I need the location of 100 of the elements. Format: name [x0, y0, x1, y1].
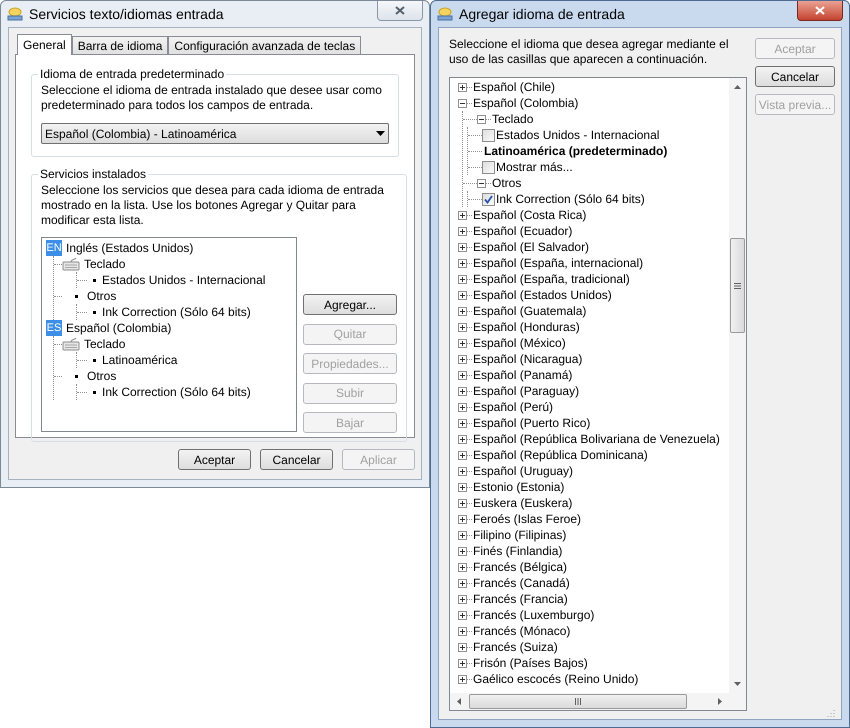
- tree-item[interactable]: Feroés (Islas Feroe): [472, 510, 582, 528]
- collapse-icon[interactable]: [477, 114, 486, 124]
- tree-item[interactable]: Inglés (Estados Unidos): [66, 239, 194, 257]
- expand-icon[interactable]: [458, 306, 467, 316]
- tree-item[interactable]: Estados Unidos - Internacional: [102, 271, 266, 289]
- tree-item[interactable]: Teclado: [84, 255, 126, 273]
- expand-icon[interactable]: [458, 370, 467, 380]
- expand-icon[interactable]: [458, 642, 467, 652]
- expand-icon[interactable]: [458, 434, 467, 444]
- tree-item[interactable]: Español (Guatemala): [472, 302, 586, 320]
- dialog-button[interactable]: Agregar...: [303, 294, 397, 315]
- tree-item[interactable]: Español (Panamá): [472, 366, 572, 384]
- resize-grip-icon[interactable]: [827, 709, 835, 717]
- expand-icon[interactable]: [458, 226, 467, 236]
- tree-item[interactable]: Otros: [87, 287, 116, 305]
- tab[interactable]: Barra de idioma: [72, 36, 168, 54]
- language-dropdown[interactable]: Español (Colombia) - Latinoamérica: [41, 123, 389, 144]
- expand-icon[interactable]: [458, 290, 467, 300]
- tree-item[interactable]: Finés (Finlandia): [472, 542, 562, 560]
- tree-item[interactable]: Latinoamérica (predeterminado): [482, 142, 668, 160]
- tree-item[interactable]: Español (Uruguay): [472, 462, 574, 480]
- expand-icon[interactable]: [458, 450, 467, 460]
- tree-item[interactable]: Español (El Salvador): [472, 238, 590, 256]
- tree-item[interactable]: Español (Nicaragua): [472, 350, 582, 368]
- tree-item[interactable]: Español (México): [472, 334, 566, 352]
- tree-item[interactable]: Español (España, internacional): [472, 254, 644, 272]
- tree-item[interactable]: Frisón (Países Bajos): [472, 654, 588, 672]
- tree-item[interactable]: Español (Colombia): [66, 319, 172, 337]
- expand-icon[interactable]: [458, 546, 467, 556]
- tree-item[interactable]: Español (Costa Rica): [472, 206, 586, 224]
- expand-icon[interactable]: [458, 674, 467, 684]
- expand-icon[interactable]: [458, 322, 467, 332]
- expand-icon[interactable]: [458, 498, 467, 508]
- expand-icon[interactable]: [458, 386, 467, 396]
- tree-item[interactable]: Francés (Francia): [472, 590, 568, 608]
- close-button[interactable]: [377, 1, 423, 21]
- expand-icon[interactable]: [458, 258, 467, 268]
- tree-item[interactable]: Español (Honduras): [472, 318, 580, 336]
- tree-item[interactable]: Francés (Luxemburgo): [472, 606, 594, 624]
- tree-item[interactable]: Español (Paraguay): [472, 382, 580, 400]
- tree-item[interactable]: Español (Colombia): [472, 94, 578, 112]
- dialog-button[interactable]: Cancelar: [755, 66, 835, 87]
- checkbox[interactable]: [482, 160, 495, 174]
- expand-icon[interactable]: [458, 242, 467, 252]
- checkbox[interactable]: [482, 128, 495, 142]
- expand-icon[interactable]: [458, 514, 467, 524]
- scroll-left-icon[interactable]: [457, 698, 461, 705]
- tree-item[interactable]: Español (Ecuador): [472, 222, 572, 240]
- scrollbar-thumb[interactable]: [469, 694, 687, 709]
- tree-item[interactable]: Español (España, tradicional): [472, 270, 630, 288]
- tree-item[interactable]: Francés (Canadá): [472, 574, 570, 592]
- scroll-right-icon[interactable]: [718, 698, 722, 705]
- expand-icon[interactable]: [458, 658, 467, 668]
- tree-item[interactable]: Francés (Mónaco): [472, 622, 570, 640]
- expand-icon[interactable]: [458, 82, 467, 92]
- expand-icon[interactable]: [458, 482, 467, 492]
- expand-icon[interactable]: [458, 578, 467, 588]
- expand-icon[interactable]: [458, 626, 467, 636]
- tree-item[interactable]: Español (Chile): [472, 78, 556, 96]
- expand-icon[interactable]: [458, 354, 467, 364]
- tree-item[interactable]: Ink Correction (Sólo 64 bits): [102, 383, 251, 401]
- scroll-down-icon[interactable]: [734, 682, 741, 686]
- expand-icon[interactable]: [458, 402, 467, 412]
- tree-item[interactable]: Ink Correction (Sólo 64 bits): [496, 190, 645, 208]
- tree-item[interactable]: Teclado: [491, 110, 534, 128]
- tree-item[interactable]: Estados Unidos - Internacional: [496, 126, 660, 144]
- expand-icon[interactable]: [458, 338, 467, 348]
- tree-item[interactable]: Francés (Suiza): [472, 638, 558, 656]
- tree-item[interactable]: Filipino (Filipinas): [472, 526, 566, 544]
- vertical-scrollbar[interactable]: [729, 78, 746, 693]
- tab[interactable]: General: [17, 34, 72, 55]
- collapse-icon[interactable]: [477, 178, 486, 188]
- scrollbar-thumb[interactable]: [730, 238, 745, 333]
- tree-item[interactable]: Español (República Dominicana): [472, 446, 648, 464]
- tree-item[interactable]: Latinoamérica: [102, 351, 178, 369]
- expand-icon[interactable]: [458, 594, 467, 604]
- tree-item[interactable]: Otros: [87, 367, 116, 385]
- expand-icon[interactable]: [458, 530, 467, 540]
- tree-item[interactable]: Ink Correction (Sólo 64 bits): [102, 303, 251, 321]
- tree-item[interactable]: Teclado: [84, 335, 126, 353]
- scroll-up-icon[interactable]: [734, 85, 741, 89]
- expand-icon[interactable]: [458, 466, 467, 476]
- tree-item[interactable]: Mostrar más...: [496, 158, 573, 176]
- tree-item[interactable]: Español (Perú): [472, 398, 554, 416]
- dialog-button[interactable]: Cancelar: [260, 449, 333, 470]
- expand-icon[interactable]: [458, 274, 467, 284]
- tree-item[interactable]: Francés (Bélgica): [472, 558, 568, 576]
- tree-item[interactable]: Euskera (Euskera): [472, 494, 572, 512]
- tab[interactable]: Configuración avanzada de teclas: [168, 36, 362, 54]
- collapse-icon[interactable]: [458, 98, 467, 108]
- tree-item[interactable]: Español (Estados Unidos): [472, 286, 612, 304]
- expand-icon[interactable]: [458, 562, 467, 572]
- checkbox[interactable]: [482, 192, 495, 206]
- tree-item[interactable]: Español (República Bolivariana de Venezuela): [472, 430, 720, 448]
- tree-item[interactable]: Español (Puerto Rico): [472, 414, 590, 432]
- horizontal-scrollbar[interactable]: [450, 693, 746, 710]
- expand-icon[interactable]: [458, 418, 467, 428]
- tree-item[interactable]: Estonio (Estonia): [472, 478, 564, 496]
- close-button[interactable]: [797, 1, 843, 21]
- dialog-button[interactable]: Aceptar: [178, 449, 251, 470]
